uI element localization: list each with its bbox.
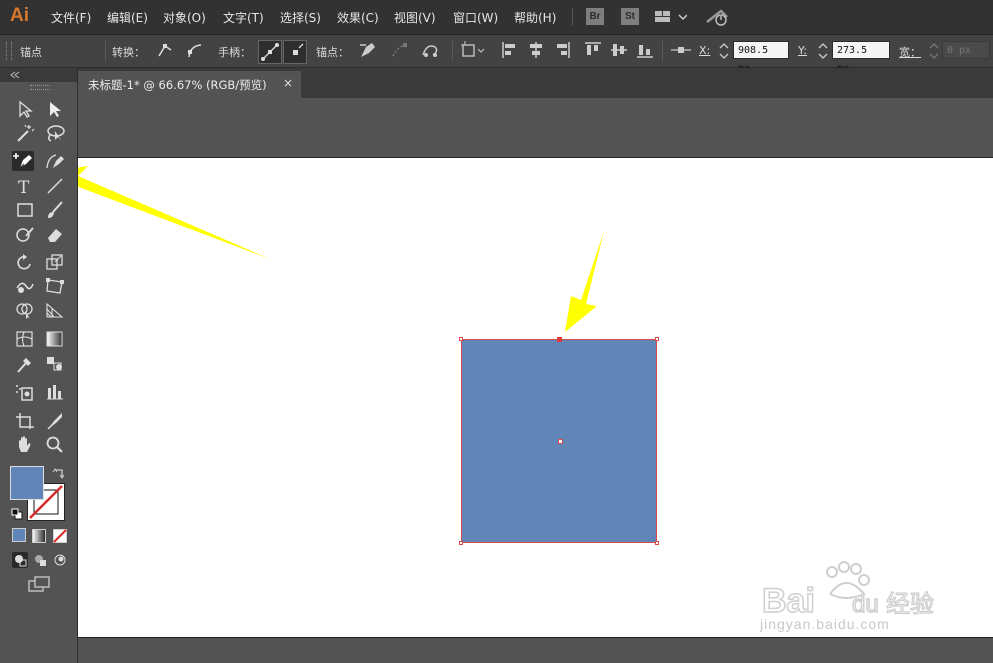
gradient-icon[interactable]	[44, 329, 66, 349]
svg-text:du: du	[852, 591, 879, 618]
eraser-icon[interactable]	[44, 224, 66, 244]
rotate-icon[interactable]	[14, 252, 36, 272]
arrow-to-anchor	[565, 231, 604, 332]
scale-icon[interactable]	[44, 252, 66, 272]
direct-selection-icon[interactable]	[14, 99, 36, 119]
svg-text:T: T	[18, 178, 30, 196]
none-mode-icon[interactable]	[53, 528, 67, 547]
panel-grip[interactable]	[30, 85, 50, 90]
perspective-grid-icon[interactable]	[44, 300, 66, 320]
gradient-mode-icon[interactable]	[32, 528, 46, 547]
symbol-sprayer-icon[interactable]	[14, 382, 36, 402]
zoom-icon[interactable]	[44, 435, 66, 455]
draw-inside-icon[interactable]	[52, 552, 68, 572]
group-selection-icon[interactable]	[44, 99, 66, 119]
rectangle-icon[interactable]	[14, 200, 36, 220]
line-segment-icon[interactable]	[44, 176, 66, 196]
draw-normal-icon[interactable]	[12, 552, 28, 568]
fill-swatch[interactable]	[10, 466, 44, 500]
warp-icon[interactable]	[14, 276, 36, 296]
tools-panel-header[interactable]	[0, 68, 77, 82]
default-fill-stroke-icon[interactable]	[11, 505, 23, 524]
eyedropper-icon[interactable]	[14, 354, 36, 374]
paintbrush-icon[interactable]	[44, 200, 66, 220]
svg-text:Bai: Bai	[762, 582, 815, 620]
free-transform-icon[interactable]	[44, 276, 66, 296]
curvature-pen-icon[interactable]	[44, 151, 66, 171]
add-anchor-point-icon[interactable]	[12, 151, 34, 171]
svg-text:经验: 经验	[886, 590, 934, 618]
screen-mode-icon[interactable]	[28, 576, 52, 598]
lasso-icon[interactable]	[44, 123, 66, 143]
magic-wand-icon[interactable]	[14, 123, 36, 143]
blend-icon[interactable]	[44, 354, 66, 374]
swap-fill-stroke-icon[interactable]	[52, 466, 66, 485]
collapse-panel-icon	[10, 71, 20, 79]
watermark-url: jingyan.baidu.com	[760, 616, 890, 632]
shaper-icon[interactable]	[14, 224, 36, 244]
artboard-icon[interactable]	[14, 411, 36, 431]
draw-behind-icon[interactable]	[32, 552, 48, 572]
shape-builder-icon[interactable]	[14, 300, 36, 320]
baidu-watermark-logo: Bai du 经验	[760, 560, 940, 624]
mesh-icon[interactable]	[14, 329, 36, 349]
hand-icon[interactable]	[14, 435, 36, 455]
slice-icon[interactable]	[44, 411, 66, 431]
color-mode-icon[interactable]	[12, 528, 26, 542]
type-icon[interactable]: T	[14, 176, 36, 198]
column-graph-icon[interactable]	[44, 382, 66, 402]
